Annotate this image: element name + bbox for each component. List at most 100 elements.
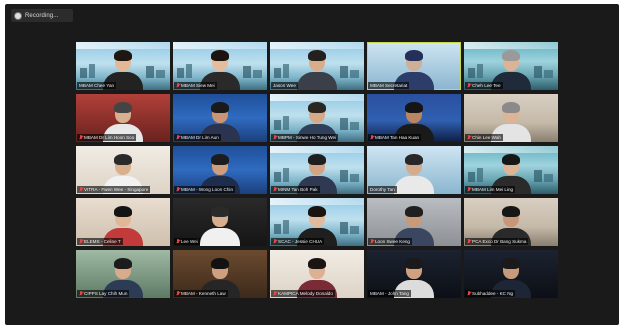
participant-hair xyxy=(211,50,229,61)
participant-tile[interactable]: Subhaddee - KC Ng xyxy=(464,250,558,298)
participant-hair xyxy=(114,102,132,113)
participant-name: MBAM Chee Yan xyxy=(79,83,115,88)
participant-tile[interactable]: PCA Exco Dr Bang Sukma xyxy=(464,198,558,246)
participant-hair xyxy=(211,206,229,217)
mic-muted-icon xyxy=(79,135,83,140)
participant-name-tag: PCA Exco Dr Bang Sukma xyxy=(465,238,529,245)
participant-name: Loon Swee Keng xyxy=(375,239,410,244)
mic-muted-icon xyxy=(467,187,471,192)
participant-name-tag: MBAM Dr Lim Hoon Soo xyxy=(77,134,137,141)
participant-name: Jason Wee xyxy=(273,83,296,88)
participant-tile[interactable]: MBAM Tan Haa Kuan xyxy=(367,94,461,142)
participant-name: MBAM Dr Lim Hoon Soo xyxy=(84,135,135,140)
participant-name: MINM Tan Boh Pak xyxy=(278,187,318,192)
mic-muted-icon xyxy=(370,135,374,140)
participant-name-tag: Cheh Lee Tee xyxy=(465,82,503,89)
participant-tile[interactable]: Chin Lee Wah xyxy=(464,94,558,142)
participant-name: VITRA - Fwen Wee - Singapore xyxy=(84,187,149,192)
participant-name: MBAM - John Tang xyxy=(370,291,409,296)
participant-name: SCAC - Jessie CHUA xyxy=(278,239,323,244)
mic-muted-icon xyxy=(79,239,83,244)
participant-tile[interactable]: KAMPICA Melody Donaldo xyxy=(270,250,364,298)
participant-name: KAMPICA Melody Donaldo xyxy=(278,291,333,296)
participant-name-tag: MBAM Dr Lim Aun xyxy=(174,134,221,141)
participant-hair xyxy=(114,206,132,217)
participant-name: MBAM Tan Haa Kuan xyxy=(375,135,420,140)
participant-hair xyxy=(405,206,423,217)
participant-name-tag: MBAM Siew Mei xyxy=(174,82,217,89)
participant-hair xyxy=(308,258,326,269)
participant-tile[interactable]: Jason Wee xyxy=(270,42,364,90)
participant-tile[interactable]: SCAC - Jessie CHUA xyxy=(270,198,364,246)
participant-tile[interactable]: Loon Swee Keng xyxy=(367,198,461,246)
participant-name-tag: ELEMS - Celine T xyxy=(77,238,123,245)
participant-tile[interactable]: Lee Wei xyxy=(173,198,267,246)
participant-tile[interactable]: Cheh Lee Tee xyxy=(464,42,558,90)
participant-tile[interactable]: MBAM Dr Lim Aun xyxy=(173,94,267,142)
participant-hair xyxy=(211,154,229,165)
participant-name-tag: CIPPS Lay Chih Mun xyxy=(77,290,130,297)
participant-tile[interactable]: VITRA - Fwen Wee - Singapore xyxy=(76,146,170,194)
participant-hair xyxy=(405,50,423,61)
participant-hair xyxy=(114,50,132,61)
record-icon xyxy=(15,12,21,19)
mic-muted-icon xyxy=(273,239,277,244)
participant-tile[interactable]: MBAM Lim Mei Ling xyxy=(464,146,558,194)
participant-tile[interactable]: MBAM Secretariat xyxy=(367,42,461,90)
mic-muted-icon xyxy=(176,291,180,296)
participant-name: Cheh Lee Tee xyxy=(472,83,501,88)
mic-muted-icon xyxy=(176,187,180,192)
participant-hair xyxy=(114,154,132,165)
participant-hair xyxy=(211,102,229,113)
participant-name: Dorothy Tan xyxy=(370,187,395,192)
participant-name-tag: MINM Tan Boh Pak xyxy=(271,186,320,193)
participant-name: MBAM Siew Mei xyxy=(181,83,215,88)
participant-tile[interactable]: MBPM - Sinwe Ho Tung Wei xyxy=(270,94,364,142)
participant-tile[interactable]: MBAM Dr Lim Hoon Soo xyxy=(76,94,170,142)
participant-name: Subhaddee - KC Ng xyxy=(472,291,514,296)
participant-tile[interactable]: MBAM - Kenneth Law xyxy=(173,250,267,298)
mic-muted-icon xyxy=(79,187,83,192)
participant-name: MBAM - Wong Loon Chin xyxy=(181,187,234,192)
participant-name: MBAM Lim Mei Ling xyxy=(472,187,514,192)
participant-name-tag: Subhaddee - KC Ng xyxy=(465,290,516,297)
mic-muted-icon xyxy=(273,291,277,296)
participant-name-tag: Jason Wee xyxy=(271,82,298,89)
participant-name: ELEMS - Celine T xyxy=(84,239,121,244)
participant-name-tag: Lee Wei xyxy=(174,238,200,245)
participant-name-tag: Chin Lee Wah xyxy=(465,134,503,141)
participant-hair xyxy=(308,102,326,113)
mic-muted-icon xyxy=(273,135,277,140)
participant-name-tag: SCAC - Jessie CHUA xyxy=(271,238,325,245)
participant-tile[interactable]: MBAM - Wong Loon Chin xyxy=(173,146,267,194)
participant-hair xyxy=(405,102,423,113)
participant-tile[interactable]: MINM Tan Boh Pak xyxy=(270,146,364,194)
participant-body xyxy=(297,72,337,90)
participant-tile[interactable]: CIPPS Lay Chih Mun xyxy=(76,250,170,298)
recording-label: Recording... xyxy=(25,12,59,19)
mic-muted-icon xyxy=(467,135,471,140)
participant-hair xyxy=(308,50,326,61)
recording-indicator[interactable]: Recording... xyxy=(11,9,73,22)
participant-tile[interactable]: MBAM Chee Yan xyxy=(76,42,170,90)
mic-muted-icon xyxy=(176,135,180,140)
participant-tile[interactable]: MBAM Siew Mei xyxy=(173,42,267,90)
participant-body xyxy=(200,228,240,246)
participant-name: Lee Wei xyxy=(181,239,198,244)
participant-video xyxy=(295,48,339,90)
participant-tile[interactable]: ELEMS - Celine T xyxy=(76,198,170,246)
participant-tile[interactable]: MBAM - John Tang xyxy=(367,250,461,298)
mic-muted-icon xyxy=(467,239,471,244)
participant-hair xyxy=(502,154,520,165)
mic-muted-icon xyxy=(273,187,277,192)
participant-tile[interactable]: Dorothy Tan xyxy=(367,146,461,194)
participant-hair xyxy=(502,102,520,113)
participant-hair xyxy=(502,206,520,217)
mic-muted-icon xyxy=(176,239,180,244)
participant-hair xyxy=(405,154,423,165)
participant-name-tag: MBAM Tan Haa Kuan xyxy=(368,134,422,141)
participant-name-tag: Loon Swee Keng xyxy=(368,238,412,245)
participant-hair xyxy=(502,50,520,61)
participant-video xyxy=(392,152,436,194)
participant-name: MBAM - Kenneth Law xyxy=(181,291,226,296)
